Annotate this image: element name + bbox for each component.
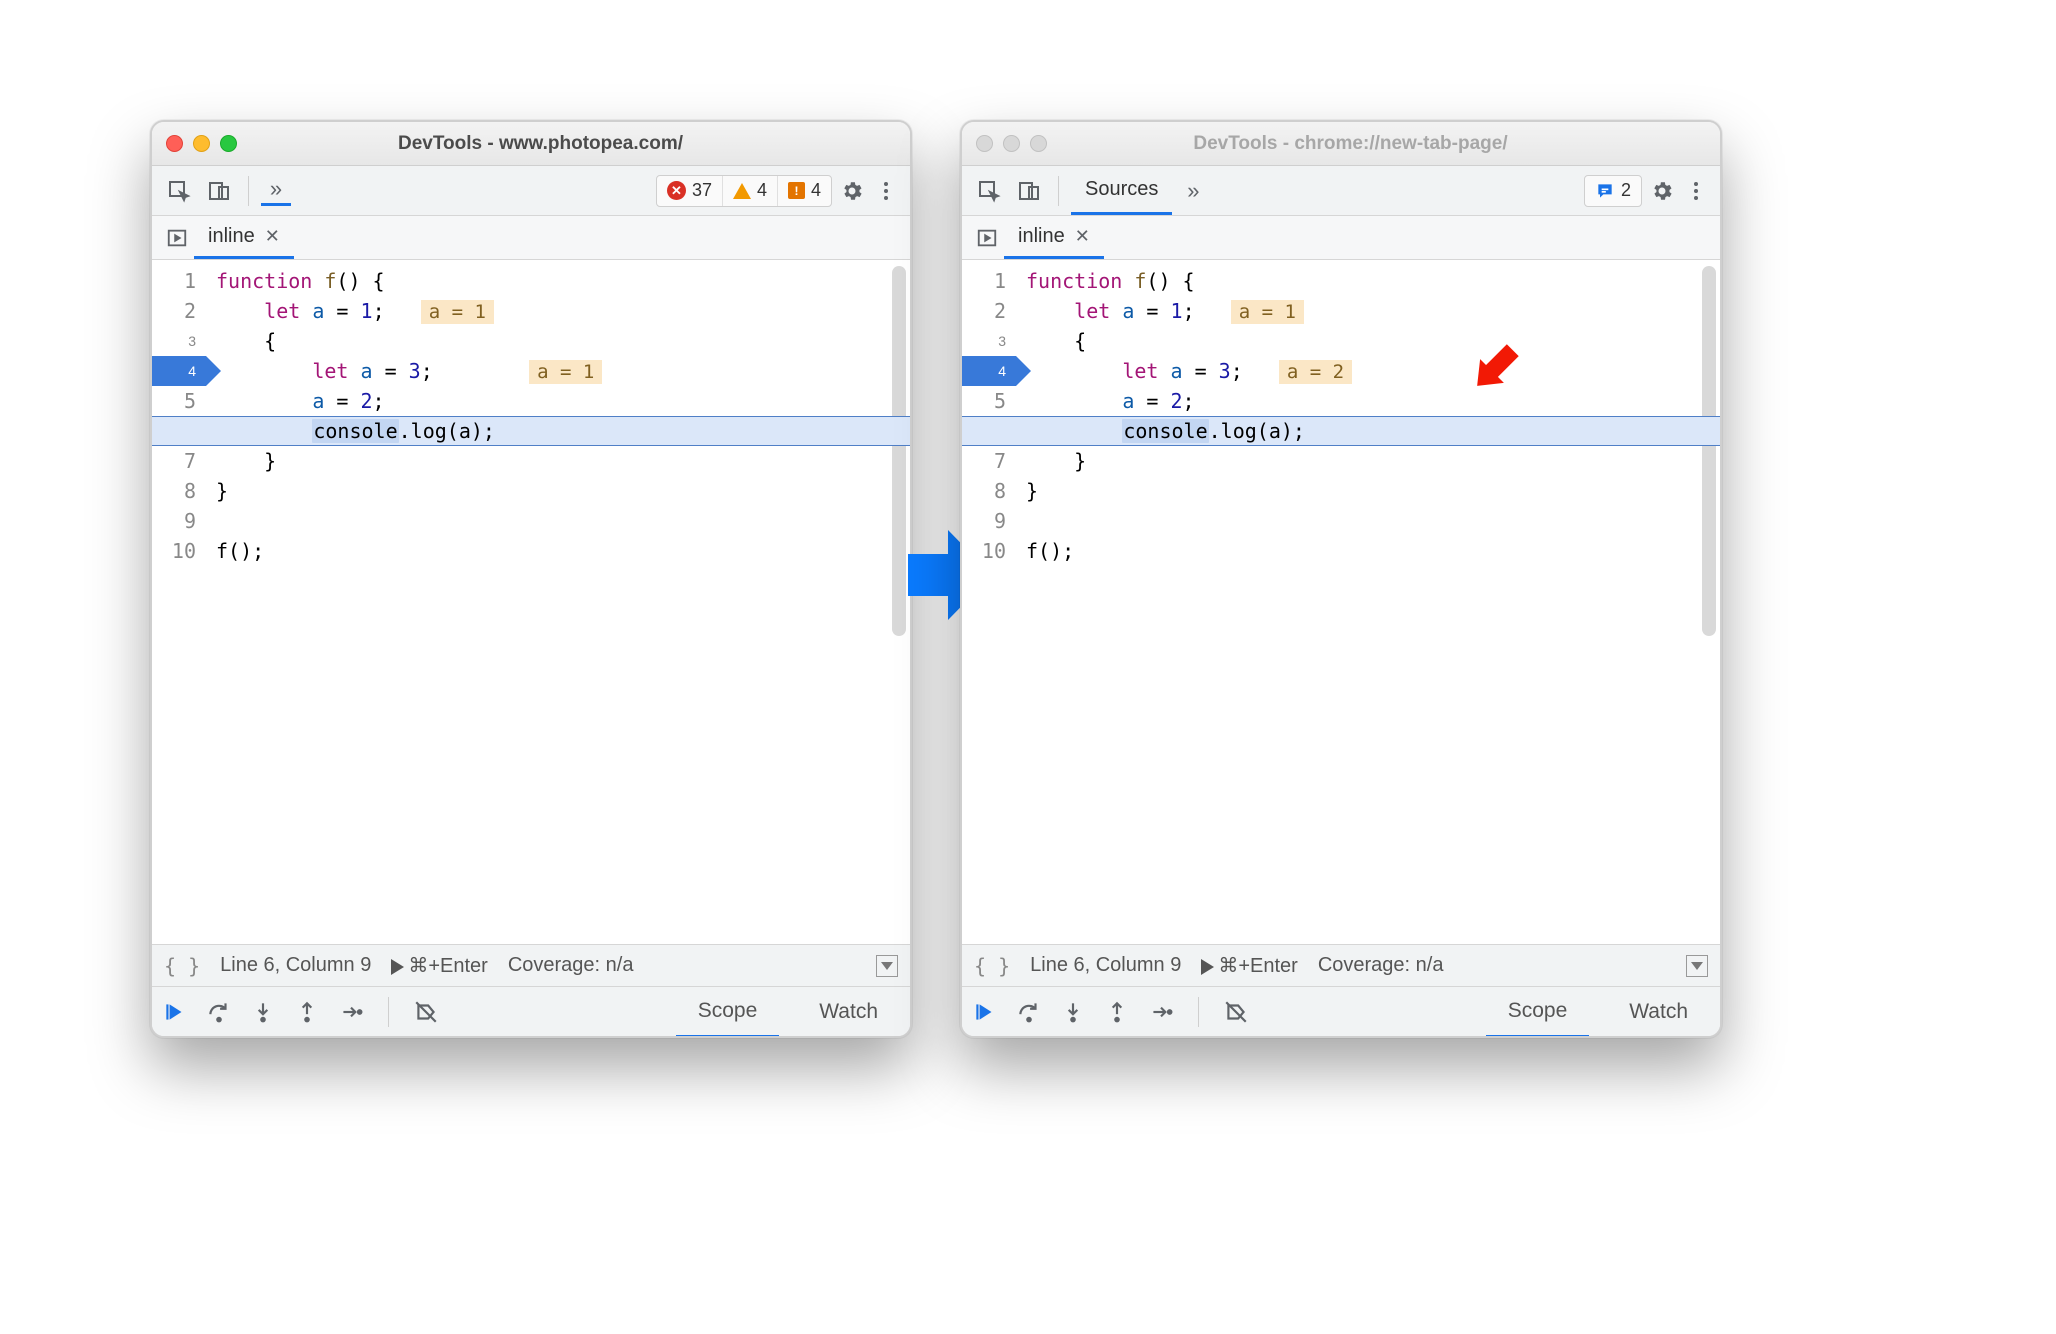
- navigator-toggle-icon[interactable]: [160, 216, 194, 259]
- error-count: 37: [692, 180, 712, 201]
- editor-status-bar: { } Line 6, Column 9 ⌘+Enter Coverage: n…: [962, 944, 1720, 986]
- coverage-status: Coverage: n/a: [508, 954, 634, 977]
- resume-icon[interactable]: [162, 999, 188, 1025]
- file-tab-label: inline: [208, 225, 255, 248]
- inspect-element-icon[interactable]: [162, 174, 196, 208]
- paused-line-marker: 3 4: [152, 356, 206, 386]
- file-tab-inline[interactable]: inline ✕: [1004, 216, 1104, 259]
- message-icon: [1595, 181, 1615, 201]
- traffic-max-icon[interactable]: [220, 135, 237, 152]
- run-snippet-button[interactable]: ⌘+Enter: [1201, 953, 1297, 978]
- titlebar: DevTools - chrome://new-tab-page/: [962, 122, 1720, 166]
- resume-icon[interactable]: [972, 999, 998, 1025]
- deactivate-breakpoints-icon[interactable]: [413, 999, 439, 1025]
- step-into-icon[interactable]: [250, 999, 276, 1025]
- tab-sources[interactable]: Sources: [1071, 166, 1172, 215]
- inline-value-annotation: a = 1: [529, 360, 602, 384]
- tab-scope[interactable]: Scope: [1486, 986, 1590, 1038]
- file-tab-label: inline: [1018, 225, 1065, 248]
- kebab-menu-icon[interactable]: [872, 174, 900, 208]
- main-toolbar: » ✕ 37 4 ! 4: [152, 166, 910, 216]
- traffic-min-icon[interactable]: [1003, 135, 1020, 152]
- warning-icon: [733, 183, 751, 199]
- step-out-icon[interactable]: [294, 999, 320, 1025]
- status-dropdown-icon[interactable]: [876, 955, 898, 977]
- step-into-icon[interactable]: [1060, 999, 1086, 1025]
- device-toggle-icon[interactable]: [1012, 174, 1046, 208]
- devtools-window-right: DevTools - chrome://new-tab-page/ Source…: [960, 120, 1722, 1038]
- devtools-window-left: DevTools - www.photopea.com/ » ✕ 37 4: [150, 120, 912, 1038]
- inline-value-annotation: a = 1: [1231, 300, 1304, 324]
- traffic-min-icon[interactable]: [193, 135, 210, 152]
- window-title: DevTools - chrome://new-tab-page/: [1057, 133, 1644, 155]
- navigator-toggle-icon[interactable]: [970, 216, 1004, 259]
- traffic-close-icon[interactable]: [976, 135, 993, 152]
- settings-gear-icon[interactable]: [838, 174, 866, 208]
- cursor-position: Line 6, Column 9: [1030, 954, 1181, 977]
- console-counters[interactable]: 2: [1584, 175, 1642, 207]
- inline-value-annotation: a = 2: [1279, 360, 1352, 384]
- kebab-menu-icon[interactable]: [1682, 174, 1710, 208]
- inspect-element-icon[interactable]: [972, 174, 1006, 208]
- window-title: DevTools - www.photopea.com/: [247, 133, 834, 155]
- pretty-print-icon[interactable]: { }: [164, 954, 200, 978]
- tab-watch[interactable]: Watch: [797, 987, 900, 1037]
- device-toggle-icon[interactable]: [202, 174, 236, 208]
- step-icon[interactable]: [338, 999, 364, 1025]
- issue-count: 4: [811, 180, 821, 201]
- more-tabs-chevron-icon[interactable]: »: [1178, 176, 1208, 206]
- step-over-icon[interactable]: [1016, 999, 1042, 1025]
- code-editor[interactable]: 1 2 3 4 5 6 7 8 9 10 3 4 function f() { …: [962, 260, 1720, 944]
- pretty-print-icon[interactable]: { }: [974, 954, 1010, 978]
- warning-count: 4: [757, 180, 767, 201]
- close-tab-icon[interactable]: ✕: [265, 226, 280, 247]
- step-over-icon[interactable]: [206, 999, 232, 1025]
- coverage-status: Coverage: n/a: [1318, 954, 1444, 977]
- tab-scope[interactable]: Scope: [676, 986, 780, 1038]
- close-tab-icon[interactable]: ✕: [1075, 226, 1090, 247]
- editor-status-bar: { } Line 6, Column 9 ⌘+Enter Coverage: n…: [152, 944, 910, 986]
- code-editor[interactable]: 1 2 3 4 5 6 7 8 9 10 3 4 function f() { …: [152, 260, 910, 944]
- settings-gear-icon[interactable]: [1648, 174, 1676, 208]
- file-tabs: inline ✕: [962, 216, 1720, 260]
- tab-watch[interactable]: Watch: [1607, 987, 1710, 1037]
- play-icon: [1201, 959, 1214, 975]
- code-content[interactable]: function f() { let a = 1; a = 1 { let a …: [206, 260, 910, 944]
- message-count: 2: [1621, 180, 1631, 201]
- step-out-icon[interactable]: [1104, 999, 1130, 1025]
- file-tab-inline[interactable]: inline ✕: [194, 216, 294, 259]
- status-dropdown-icon[interactable]: [1686, 955, 1708, 977]
- more-tabs-chevron-icon[interactable]: »: [261, 176, 291, 206]
- titlebar: DevTools - www.photopea.com/: [152, 122, 910, 166]
- warning-count-badge: 4: [723, 176, 778, 206]
- traffic-max-icon[interactable]: [1030, 135, 1047, 152]
- message-count-badge: 2: [1585, 176, 1641, 206]
- paused-line-marker: 3 4: [962, 356, 1016, 386]
- step-icon[interactable]: [1148, 999, 1174, 1025]
- file-tabs: inline ✕: [152, 216, 910, 260]
- callout-arrow-icon: [1457, 334, 1527, 407]
- play-icon: [391, 959, 404, 975]
- inline-value-annotation: a = 1: [421, 300, 494, 324]
- main-toolbar: Sources » 2: [962, 166, 1720, 216]
- deactivate-breakpoints-icon[interactable]: [1223, 999, 1249, 1025]
- debugger-toolbar: Scope Watch: [152, 986, 910, 1036]
- error-icon: ✕: [667, 181, 686, 200]
- debugger-toolbar: Scope Watch: [962, 986, 1720, 1036]
- traffic-close-icon[interactable]: [166, 135, 183, 152]
- issue-icon: !: [788, 182, 805, 199]
- code-content[interactable]: function f() { let a = 1; a = 1 { let a …: [1016, 260, 1720, 944]
- console-counters[interactable]: ✕ 37 4 ! 4: [656, 175, 832, 207]
- error-count-badge: ✕ 37: [657, 176, 723, 206]
- run-snippet-button[interactable]: ⌘+Enter: [391, 953, 487, 978]
- issue-count-badge: ! 4: [778, 176, 831, 206]
- cursor-position: Line 6, Column 9: [220, 954, 371, 977]
